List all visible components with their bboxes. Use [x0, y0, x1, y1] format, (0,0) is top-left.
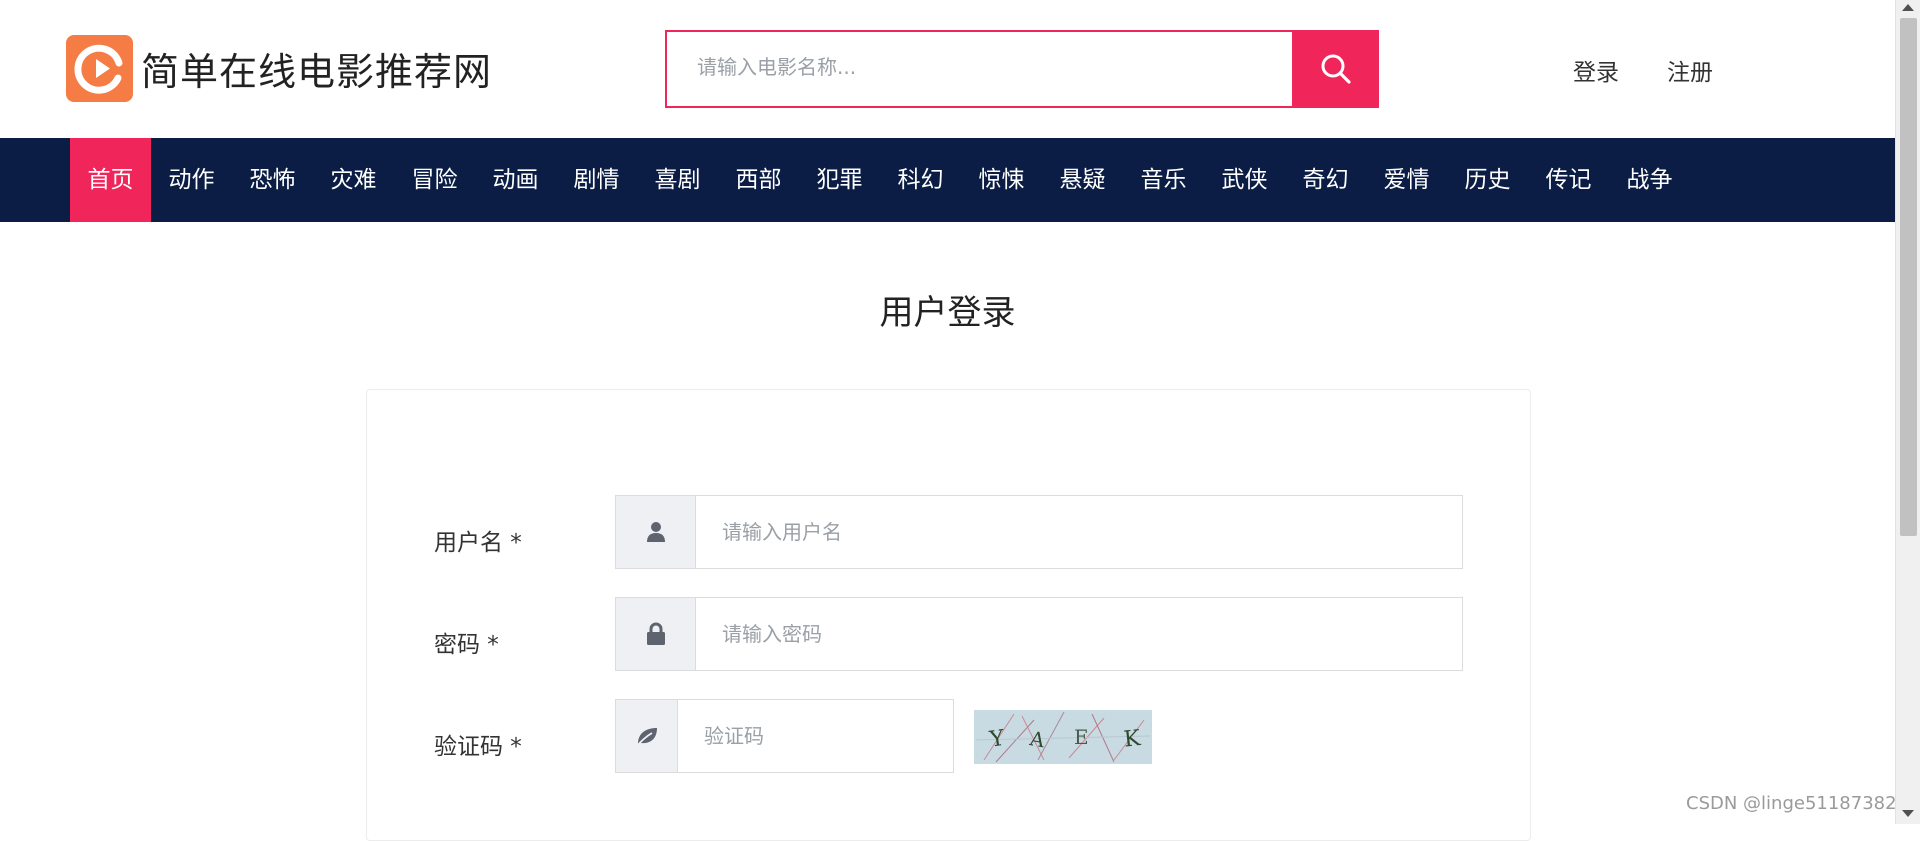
nav-item[interactable]: 犯罪 [799, 138, 880, 222]
username-label: 用户名 * [434, 530, 522, 556]
search-bar [665, 30, 1379, 108]
search-icon [1321, 54, 1351, 84]
nav-item[interactable]: 动画 [475, 138, 556, 222]
page-title: 用户登录 [879, 293, 1016, 333]
page-scrollbar[interactable] [1895, 0, 1920, 824]
captcha-input[interactable] [678, 700, 953, 772]
username-addon [616, 496, 696, 568]
user-icon [646, 522, 665, 542]
captcha-picture: Y A E K [974, 710, 1152, 764]
nav-list: 首页 动作 恐怖 灾难 冒险 动画 剧情 喜剧 西部 犯罪 科幻 惊悚 悬疑 音乐 武侠 奇幻 爱情 历史 传记 战争 [70, 138, 1690, 222]
site-header: 简单在线电影推荐网 登录 注册 [0, 0, 1895, 138]
nav-item[interactable]: 奇幻 [1285, 138, 1366, 222]
scroll-up-arrow-icon[interactable] [1902, 4, 1914, 11]
scroll-thumb[interactable] [1900, 18, 1917, 536]
nav-item[interactable]: 爱情 [1366, 138, 1447, 222]
search-box [665, 30, 1295, 108]
watermark: CSDN @linge511873822 [1686, 793, 1909, 814]
nav-item[interactable]: 首页 [70, 138, 151, 222]
category-nav: 首页 动作 恐怖 灾难 冒险 动画 剧情 喜剧 西部 犯罪 科幻 惊悚 悬疑 音乐 武侠 奇幻 爱情 历史 传记 战争 [0, 138, 1895, 222]
nav-item[interactable]: 音乐 [1123, 138, 1204, 222]
nav-item[interactable]: 动作 [151, 138, 232, 222]
svg-text:E: E [1074, 725, 1089, 749]
password-addon [616, 598, 696, 670]
nav-item[interactable]: 西部 [718, 138, 799, 222]
username-input[interactable] [696, 496, 1462, 568]
nav-item[interactable]: 灾难 [313, 138, 394, 222]
nav-item[interactable]: 传记 [1528, 138, 1609, 222]
nav-item[interactable]: 武侠 [1204, 138, 1285, 222]
nav-item[interactable]: 科幻 [880, 138, 961, 222]
site-title[interactable]: 简单在线电影推荐网 [141, 41, 492, 96]
nav-item[interactable]: 恐怖 [232, 138, 313, 222]
captcha-group [615, 699, 954, 773]
scroll-down-arrow-icon[interactable] [1902, 810, 1914, 817]
captcha-image[interactable]: Y A E K [974, 710, 1152, 764]
nav-item[interactable]: 冒险 [394, 138, 475, 222]
captcha-addon [616, 700, 678, 772]
search-input[interactable] [667, 32, 1277, 102]
password-group [615, 597, 1463, 671]
nav-item[interactable]: 战争 [1609, 138, 1690, 222]
leaf-icon [635, 728, 657, 747]
search-button[interactable] [1292, 30, 1379, 108]
nav-item[interactable]: 悬疑 [1042, 138, 1123, 222]
password-input[interactable] [696, 598, 1462, 670]
username-group [615, 495, 1463, 569]
nav-item[interactable]: 历史 [1447, 138, 1528, 222]
login-link[interactable]: 登录 [1573, 53, 1619, 87]
lock-icon [646, 622, 665, 645]
password-label: 密码 * [434, 632, 499, 658]
nav-item[interactable]: 喜剧 [637, 138, 718, 222]
nav-item[interactable]: 惊悚 [961, 138, 1042, 222]
svg-text:K: K [1123, 726, 1143, 753]
logo-play-icon [74, 44, 123, 94]
captcha-label: 验证码 * [434, 734, 522, 760]
register-link[interactable]: 注册 [1667, 53, 1713, 87]
nav-item[interactable]: 剧情 [556, 138, 637, 222]
site-logo-icon[interactable] [66, 35, 133, 102]
